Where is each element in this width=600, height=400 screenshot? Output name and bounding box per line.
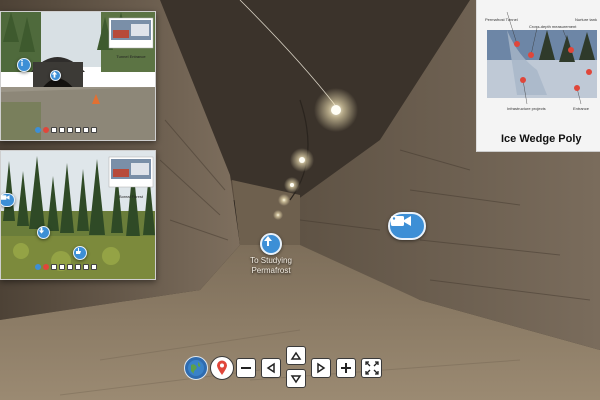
triangle-left-icon <box>266 362 275 374</box>
minus-icon <box>51 264 57 270</box>
triangle-left-icon <box>59 264 65 270</box>
video-camera-icon <box>391 216 411 226</box>
poster-label: Cross-depth measurement <box>529 24 577 29</box>
location-button[interactable] <box>210 356 234 380</box>
boreal-forest-scene <box>1 151 155 279</box>
globe-icon <box>35 127 41 133</box>
globe-button[interactable] <box>184 356 208 380</box>
hand-pointer-icon <box>76 248 81 254</box>
triangle-right-icon <box>75 264 81 270</box>
map-pin-icon <box>43 264 49 270</box>
plus-icon <box>83 264 89 270</box>
fullscreen-button[interactable] <box>361 358 382 378</box>
arrow-down-icon <box>38 227 45 234</box>
triangle-up-icon <box>290 351 302 360</box>
poster-label: Entrance <box>573 106 590 111</box>
poster-label: Permafrost Tunnel <box>485 17 518 22</box>
fullscreen-icon <box>91 264 97 270</box>
thumbnail-caption: Tunnel Entrance <box>116 54 146 59</box>
globe-icon <box>188 360 204 376</box>
poster-label: Infrastructure projects <box>507 106 546 111</box>
triangle-up-icon <box>67 127 73 133</box>
poster-label: Nurture tank <box>575 17 598 22</box>
pan-down-button[interactable] <box>286 369 306 388</box>
video-hotspot[interactable] <box>1 193 15 207</box>
arrow-up-icon <box>264 236 272 246</box>
arrow-up-icon <box>51 71 58 78</box>
triangle-up-icon <box>67 264 73 270</box>
minus-icon <box>51 127 57 133</box>
arrow-up-hotspot[interactable] <box>50 70 61 81</box>
triangle-right-icon <box>317 362 326 374</box>
pan-left-button[interactable] <box>261 358 281 378</box>
plus-icon <box>83 127 89 133</box>
mini-control-bar <box>35 264 97 270</box>
tunnel-entrance-scene <box>1 12 155 140</box>
info-icon <box>21 59 23 66</box>
video-camera-icon <box>1 195 10 200</box>
thumbnail-tunnel-entrance[interactable]: Tunnel Entrance <box>0 11 156 141</box>
minus-icon <box>241 367 251 369</box>
arrow-down-hotspot[interactable] <box>37 226 50 239</box>
hand-hotspot[interactable] <box>73 246 87 260</box>
info-hotspot[interactable] <box>17 58 31 72</box>
thumbnail-boreal-forest[interactable]: Boreal Forest <box>0 150 156 280</box>
fullscreen-icon <box>91 127 97 133</box>
pan-up-button[interactable] <box>286 346 306 365</box>
zoom-out-button[interactable] <box>236 358 256 378</box>
plus-icon <box>341 363 351 373</box>
viewer-control-bar <box>184 346 384 390</box>
triangle-left-icon <box>59 127 65 133</box>
zoom-in-button[interactable] <box>336 358 356 378</box>
map-pin-icon <box>43 127 49 133</box>
pan-right-button[interactable] <box>311 358 331 378</box>
thumbnail-caption: Boreal Forest <box>118 194 143 199</box>
poster-title: Ice Wedge Poly <box>501 133 582 145</box>
mini-control-bar <box>35 127 97 133</box>
globe-icon <box>35 264 41 270</box>
map-pin-icon <box>217 360 227 375</box>
triangle-right-icon <box>75 127 81 133</box>
fullscreen-icon <box>364 361 379 375</box>
hotspot-to-studying-permafrost[interactable] <box>260 233 282 255</box>
hotspot-video[interactable] <box>388 212 426 240</box>
hotspot-label: To Studying Permafrost <box>250 256 292 275</box>
ice-wedge-poster[interactable]: Permafrost Tunnel Cross-depth measuremen… <box>476 0 600 152</box>
triangle-down-icon <box>290 374 302 383</box>
